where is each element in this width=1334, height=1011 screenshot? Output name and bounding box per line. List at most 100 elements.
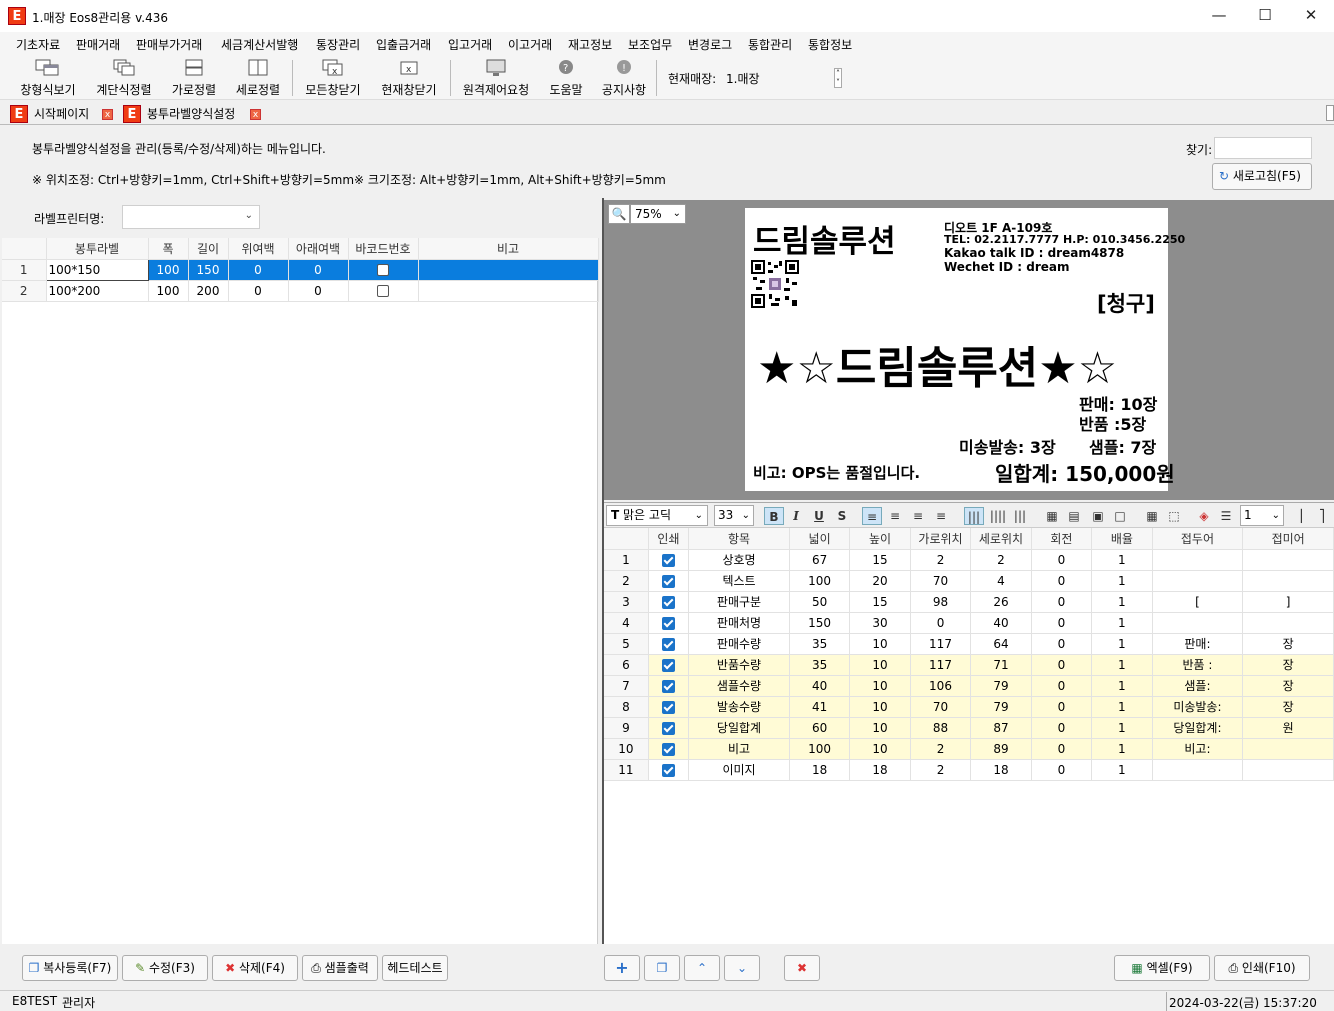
scale-cell[interactable]: 1 xyxy=(1091,654,1153,676)
head-test-button[interactable]: 헤드테스트 xyxy=(382,955,448,981)
x-position-cell[interactable]: 2 xyxy=(910,738,972,760)
border-inner-icon[interactable]: ▤ xyxy=(1064,507,1084,525)
height-cell[interactable]: 15 xyxy=(849,549,911,571)
prefix-cell[interactable] xyxy=(1152,549,1244,571)
width-cell[interactable]: 150 xyxy=(789,612,851,634)
table-row[interactable]: 7 샘플수량 40 10 106 79 0 1 샘플: 장 xyxy=(604,675,1334,697)
x-position-cell[interactable]: 98 xyxy=(910,591,972,613)
label-name-cell[interactable]: 100*200 xyxy=(46,280,149,302)
item-cell[interactable]: 당일합계 xyxy=(688,717,790,739)
note-cell[interactable] xyxy=(418,259,599,281)
x-position-cell[interactable]: 106 xyxy=(910,675,972,697)
prefix-cell[interactable] xyxy=(1152,570,1244,592)
height-cell[interactable]: 10 xyxy=(849,675,911,697)
prefix-cell[interactable]: 샘플: xyxy=(1152,675,1244,697)
search-input[interactable] xyxy=(1214,137,1312,159)
prefix-cell[interactable] xyxy=(1152,759,1244,781)
table-row[interactable]: 3 판매구분 50 15 98 26 0 1[] xyxy=(604,591,1334,613)
width-cell[interactable]: 35 xyxy=(789,654,851,676)
align-justify-icon[interactable]: ≡ xyxy=(931,507,951,525)
tab-start-page[interactable]: E 시작페이지 x xyxy=(10,103,120,125)
column-header[interactable]: 아래여백 xyxy=(288,238,349,260)
move-up-icon[interactable]: ⌃ xyxy=(684,955,720,981)
column-header[interactable]: 항목 xyxy=(688,528,790,550)
scale-cell[interactable]: 1 xyxy=(1091,591,1153,613)
maximize-button[interactable]: ☐ xyxy=(1242,0,1288,32)
suffix-cell[interactable] xyxy=(1242,549,1334,571)
height-cell[interactable]: 10 xyxy=(849,696,911,718)
border-all-icon[interactable]: ▦ xyxy=(1042,507,1062,525)
item-cell[interactable]: 이미지 xyxy=(688,759,790,781)
table-row[interactable]: 10 비고 100 10 2 89 0 1 비고: xyxy=(604,738,1334,760)
italic-button[interactable]: I xyxy=(786,507,806,525)
close-current-window-button[interactable]: x 현재창닫기 xyxy=(376,59,442,98)
label-note[interactable]: 비고: OPS는 품절입니다. xyxy=(753,462,920,483)
minimize-button[interactable]: — xyxy=(1196,0,1242,32)
column-header[interactable]: 배율 xyxy=(1091,528,1153,550)
column-header[interactable]: 위여백 xyxy=(228,238,289,260)
barcode-cell[interactable] xyxy=(348,280,419,302)
suffix-cell[interactable]: 장 xyxy=(1242,654,1334,676)
barcode-type2-icon[interactable]: |||| xyxy=(988,507,1008,525)
tab-envelope-label-settings[interactable]: E 봉투라벨양식설정 x xyxy=(123,103,263,125)
bottom-margin-cell[interactable]: 0 xyxy=(288,259,349,281)
column-header[interactable]: 접미어 xyxy=(1242,528,1334,550)
edit-button[interactable]: ✎ 수정(F3) xyxy=(122,955,208,981)
table-row[interactable]: 1 상호명 67 15 2 2 0 1 xyxy=(604,549,1334,571)
length-cell[interactable]: 200 xyxy=(188,280,229,302)
line-style-icon[interactable]: ☰ xyxy=(1216,507,1236,525)
rotation-cell[interactable]: 0 xyxy=(1031,612,1093,634)
print-checkbox[interactable] xyxy=(661,595,675,609)
y-position-cell[interactable]: 79 xyxy=(970,696,1032,718)
prefix-cell[interactable]: 반품 : xyxy=(1152,654,1244,676)
scale-cell[interactable]: 1 xyxy=(1091,633,1153,655)
label-company-name[interactable]: 드림솔루션 xyxy=(753,216,896,261)
underline-button[interactable]: U xyxy=(809,507,829,525)
notice-button[interactable]: ! 공지사항 xyxy=(598,59,650,98)
column-header[interactable]: 가로위치 xyxy=(910,528,972,550)
item-cell[interactable]: 판매구분 xyxy=(688,591,790,613)
table-row[interactable]: 2 텍스트 100 20 70 4 0 1 xyxy=(604,570,1334,592)
print-checkbox[interactable] xyxy=(661,637,675,651)
table-row[interactable]: 2 100*200 100 200 0 0 xyxy=(2,280,599,302)
top-margin-cell[interactable]: 0 xyxy=(228,259,289,281)
scale-cell[interactable]: 1 xyxy=(1091,696,1153,718)
column-header[interactable]: 폭 xyxy=(148,238,189,260)
copy-register-button[interactable]: ❐ 복사등록(F7) xyxy=(22,955,118,981)
x-position-cell[interactable]: 70 xyxy=(910,696,972,718)
print-cell[interactable] xyxy=(648,633,690,655)
align-left-icon[interactable]: ≡ xyxy=(862,507,882,525)
print-cell[interactable] xyxy=(648,612,690,634)
store-spinner[interactable]: ˄ ˅ xyxy=(834,68,842,88)
prefix-cell[interactable]: 미송발송: xyxy=(1152,696,1244,718)
menu-item[interactable]: 통장관리 xyxy=(316,36,360,53)
close-all-windows-button[interactable]: x 모든창닫기 xyxy=(300,59,366,98)
barcode-type3-icon[interactable]: ||| xyxy=(1010,507,1030,525)
scale-cell[interactable]: 1 xyxy=(1091,738,1153,760)
column-header[interactable]: 바코드번호 xyxy=(348,238,419,260)
menu-item[interactable]: 세금계산서발행 xyxy=(221,36,298,53)
barcode-checkbox[interactable] xyxy=(377,285,389,297)
item-cell[interactable]: 상호명 xyxy=(688,549,790,571)
y-position-cell[interactable]: 64 xyxy=(970,633,1032,655)
height-cell[interactable]: 10 xyxy=(849,633,911,655)
column-header[interactable]: 회전 xyxy=(1031,528,1093,550)
menu-item[interactable]: 보조업무 xyxy=(628,36,672,53)
print-checkbox[interactable] xyxy=(661,742,675,756)
table-row[interactable]: 4 판매처명 150 30 0 40 0 1 xyxy=(604,612,1334,634)
rotation-cell[interactable]: 0 xyxy=(1031,549,1093,571)
height-cell[interactable]: 10 xyxy=(849,654,911,676)
width-cell[interactable]: 35 xyxy=(789,633,851,655)
font-size-select[interactable]: 33 ⌄ xyxy=(714,505,754,526)
rotation-cell[interactable]: 0 xyxy=(1031,696,1093,718)
menu-item[interactable]: 기초자료 xyxy=(16,36,60,53)
item-cell[interactable]: 반품수량 xyxy=(688,654,790,676)
height-cell[interactable]: 30 xyxy=(849,612,911,634)
scale-cell[interactable]: 1 xyxy=(1091,612,1153,634)
rotation-cell[interactable]: 0 xyxy=(1031,591,1093,613)
delete-row-icon[interactable]: ✖ xyxy=(784,955,820,981)
suffix-cell[interactable] xyxy=(1242,738,1334,760)
y-position-cell[interactable]: 4 xyxy=(970,570,1032,592)
fill-color-icon[interactable]: ◈ xyxy=(1194,507,1214,525)
print-checkbox[interactable] xyxy=(661,679,675,693)
